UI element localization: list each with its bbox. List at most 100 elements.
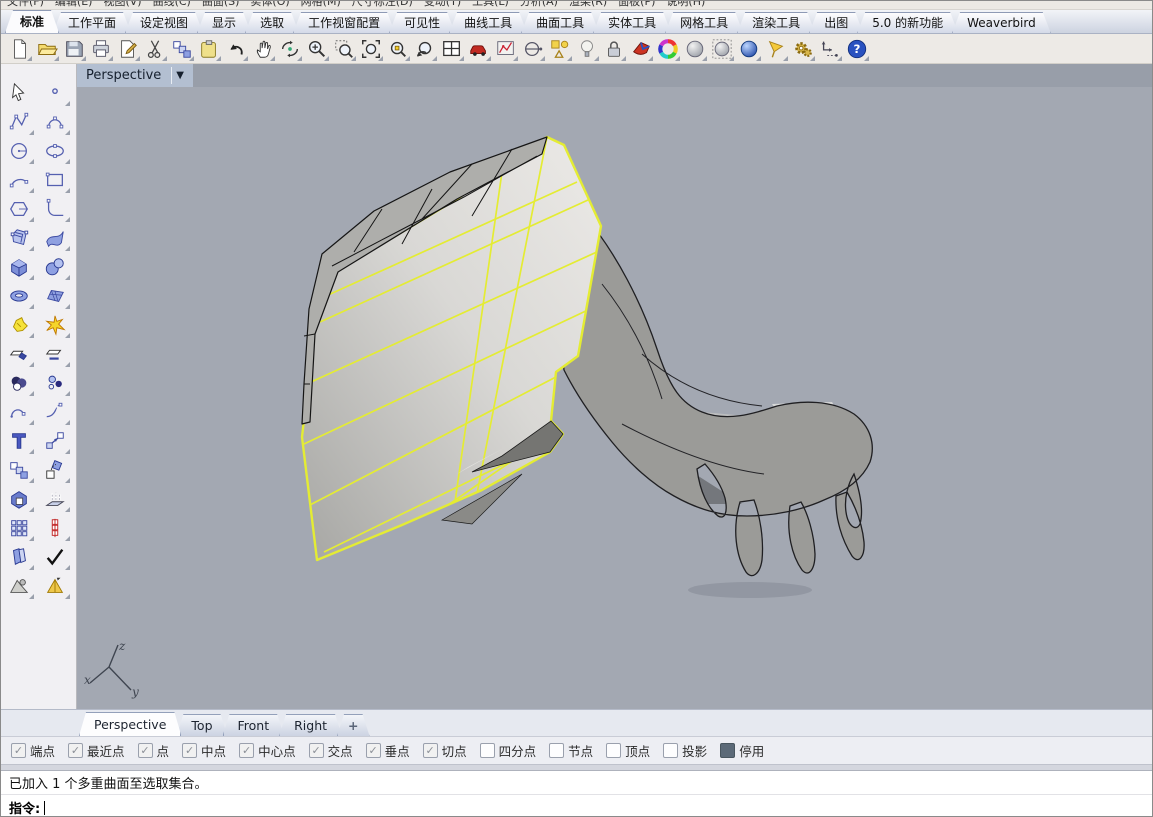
new-document-button[interactable]: [6, 36, 33, 62]
linear-array-button[interactable]: [39, 513, 71, 542]
viewport-layout-button[interactable]: [438, 36, 465, 62]
shaded-viewport-button[interactable]: [681, 36, 708, 62]
print-button[interactable]: [87, 36, 114, 62]
arm-hand-mesh[interactable]: [563, 216, 872, 576]
osnap-最近点[interactable]: 最近点: [68, 741, 125, 760]
display-mode-car-button[interactable]: [465, 36, 492, 62]
viewport-tab-top[interactable]: Top: [176, 714, 227, 736]
trim-button[interactable]: [3, 339, 35, 368]
zoom-extents-button[interactable]: [357, 36, 384, 62]
patch-surface-button[interactable]: [39, 281, 71, 310]
viewport-tab-perspective[interactable]: Perspective: [79, 712, 181, 736]
check-select-button[interactable]: [39, 542, 71, 571]
osnap-中心点[interactable]: 中心点: [239, 741, 296, 760]
osnap-节点[interactable]: 节点: [549, 741, 593, 760]
menu-item[interactable]: 分析(A): [520, 1, 558, 9]
menu-item[interactable]: 渲染(R): [569, 1, 607, 9]
cut-button[interactable]: [141, 36, 168, 62]
osnap-checkbox[interactable]: [239, 743, 254, 758]
osnap-checkbox[interactable]: [663, 743, 678, 758]
menu-item[interactable]: 变动(T): [424, 1, 461, 9]
osnap-checkbox[interactable]: [606, 743, 621, 758]
osnap-中点[interactable]: 中点: [182, 741, 226, 760]
arc-button[interactable]: [3, 165, 35, 194]
zoom-previous-button[interactable]: [411, 36, 438, 62]
point-cloud-button[interactable]: [39, 368, 71, 397]
zoom-selected-button[interactable]: [384, 36, 411, 62]
menu-item[interactable]: 曲面(S): [202, 1, 240, 9]
curve-through-points-button[interactable]: [39, 107, 71, 136]
toolbar-tab-10[interactable]: 实体工具: [593, 12, 671, 33]
toolbar-tab-8[interactable]: 曲线工具: [449, 12, 527, 33]
osnap-checkbox[interactable]: [309, 743, 324, 758]
curve-boolean-button[interactable]: [3, 368, 35, 397]
toolbar-tab-7[interactable]: 可见性: [389, 12, 455, 33]
options-gear-button[interactable]: [789, 36, 816, 62]
zoom-window-button[interactable]: [330, 36, 357, 62]
route-map-button[interactable]: [492, 36, 519, 62]
osnap-投影[interactable]: 投影: [663, 741, 707, 760]
toolbar-tab-15[interactable]: Weaverbird: [952, 12, 1051, 33]
menu-item[interactable]: 文件(F): [7, 1, 44, 9]
explode-burst-button[interactable]: [39, 310, 71, 339]
osnap-checkbox[interactable]: [138, 743, 153, 758]
blend-curve-button[interactable]: [3, 397, 35, 426]
render-button[interactable]: [627, 36, 654, 62]
menu-item[interactable]: 面板(P): [618, 1, 655, 9]
menu-item[interactable]: 尺寸标注(D): [352, 1, 413, 9]
curve-fillet-button[interactable]: [39, 194, 71, 223]
pan-view-button[interactable]: [249, 36, 276, 62]
box-button[interactable]: [3, 252, 35, 281]
osnap-checkbox[interactable]: [68, 743, 83, 758]
toolbar-tab-2[interactable]: 工作平面: [53, 12, 131, 33]
circle-button[interactable]: [3, 136, 35, 165]
perspective-viewport[interactable]: z x y Perspective ▼: [77, 64, 1152, 709]
viewport-canvas[interactable]: z x y: [77, 64, 1152, 709]
surface-from-points-button[interactable]: [3, 223, 35, 252]
osnap-切点[interactable]: 切点: [423, 741, 467, 760]
toolbar-tab-9[interactable]: 曲面工具: [521, 12, 599, 33]
torus-button[interactable]: [3, 281, 35, 310]
osnap-垂点[interactable]: 垂点: [366, 741, 410, 760]
osnap-checkbox[interactable]: [480, 743, 495, 758]
osnap-端点[interactable]: 端点: [11, 741, 55, 760]
pyramid-primitive-button[interactable]: [39, 571, 71, 600]
osnap-顶点[interactable]: 顶点: [606, 741, 650, 760]
paste-button[interactable]: [195, 36, 222, 62]
toolbar-tab-13[interactable]: 出图: [809, 12, 863, 33]
help-button[interactable]: ?: [843, 36, 870, 62]
control-point-curve-button[interactable]: [3, 107, 35, 136]
zoom-in-button[interactable]: [303, 36, 330, 62]
viewport-title-chip[interactable]: Perspective ▼: [77, 64, 193, 87]
osnap-停用[interactable]: 停用: [720, 741, 764, 760]
group-objects-button[interactable]: [3, 542, 35, 571]
osnap-交点[interactable]: 交点: [309, 741, 353, 760]
add-viewport-tab-button[interactable]: +: [337, 714, 369, 736]
lock-button[interactable]: [600, 36, 627, 62]
viewport-tab-right[interactable]: Right: [279, 714, 342, 736]
menu-item[interactable]: 编辑(E): [55, 1, 93, 9]
surface-lights-button[interactable]: [39, 484, 71, 513]
osnap-checkbox[interactable]: [182, 743, 197, 758]
menu-item[interactable]: 曲线(C): [153, 1, 191, 9]
flag-direction-button[interactable]: [762, 36, 789, 62]
osnap-checkbox[interactable]: [423, 743, 438, 758]
select-pointer-button[interactable]: [3, 78, 35, 107]
menu-item[interactable]: 工具(L): [472, 1, 509, 9]
menu-item[interactable]: 网格(M): [301, 1, 341, 9]
move-button[interactable]: [39, 426, 71, 455]
save-button[interactable]: [60, 36, 87, 62]
toolbar-tab-1[interactable]: 标准: [5, 10, 59, 33]
rectangle-button[interactable]: [39, 165, 71, 194]
menu-item[interactable]: 实体(O): [250, 1, 289, 9]
undo-button[interactable]: [222, 36, 249, 62]
toolbar-tab-12[interactable]: 渲染工具: [737, 12, 815, 33]
osnap-四分点[interactable]: 四分点: [480, 741, 537, 760]
curved-surface-button[interactable]: [39, 223, 71, 252]
boolean-union-button[interactable]: [3, 484, 35, 513]
osnap-checkbox[interactable]: [720, 743, 735, 758]
osnap-点[interactable]: 点: [138, 741, 170, 760]
dimension-analyze-button[interactable]: [816, 36, 843, 62]
toolbar-tab-3[interactable]: 设定视图: [125, 12, 203, 33]
toolbar-tab-4[interactable]: 显示: [197, 12, 251, 33]
